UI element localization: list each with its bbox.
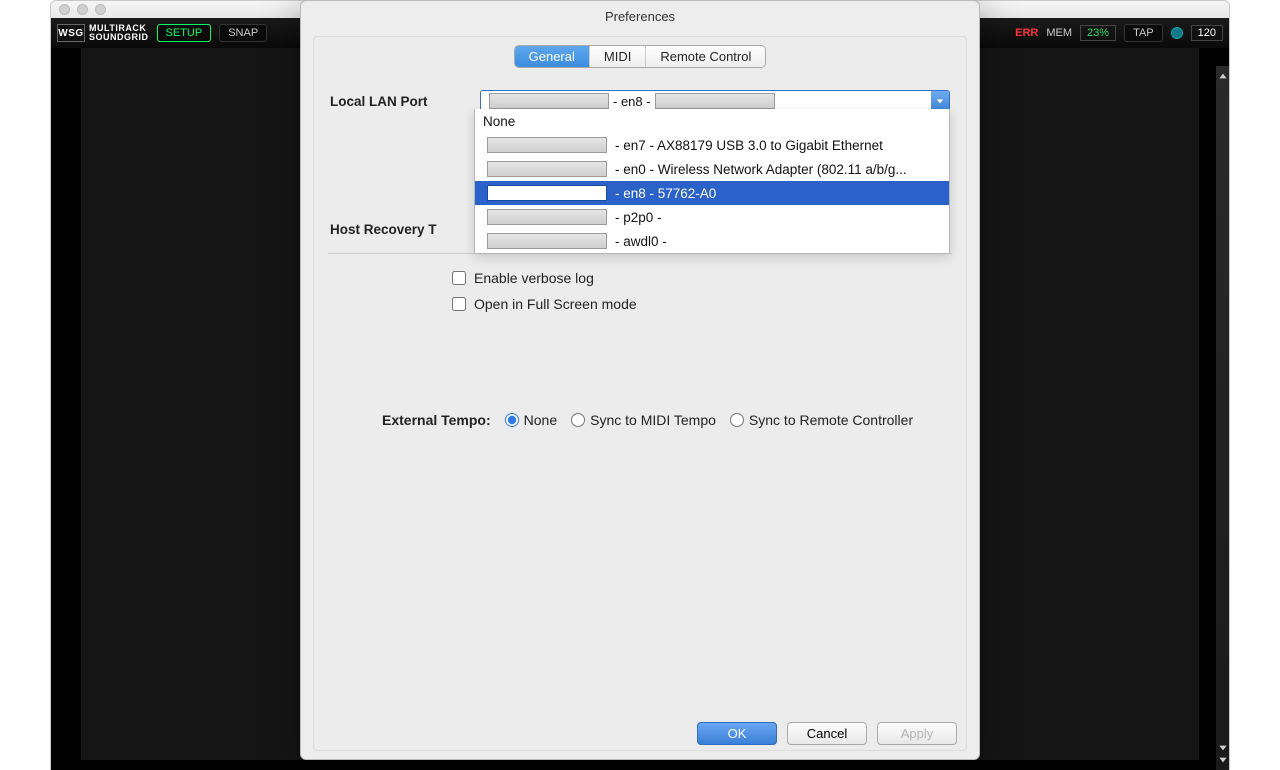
tempo-led-icon [1171,27,1183,39]
lan-option-awdl0[interactable]: - awdl0 - [475,229,949,253]
mac-mask-icon [487,161,607,177]
fullscreen-label: Open in Full Screen mode [474,296,637,312]
lan-selected-text: - en8 - [613,94,651,109]
verbose-log-row: Enable verbose log [452,270,958,286]
tempo-radio-midi[interactable] [571,413,585,427]
dialog-title: Preferences [301,1,979,30]
tempo-option-remote[interactable]: Sync to Remote Controller [730,412,913,428]
mac-mask-icon [487,233,607,249]
traffic-lights [59,4,106,15]
err-indicator: ERR [1015,27,1038,39]
lan-port-label: Local LAN Port [330,94,470,109]
scroll-up-icon[interactable] [1217,70,1229,82]
tempo-option-none[interactable]: None [505,412,557,428]
external-tempo-label: External Tempo: [382,412,491,428]
verbose-log-checkbox[interactable] [452,271,466,285]
app-logo: WSG MULTIRACK SOUNDGRID [57,24,149,42]
close-icon[interactable] [59,4,70,15]
tab-remote-control[interactable]: Remote Control [646,46,765,67]
preferences-dialog: Preferences General MIDI Remote Control … [300,0,980,760]
chevron-down-icon[interactable] [931,91,949,111]
sg-logo-icon: WSG [57,24,85,42]
lan-option-none[interactable]: None [475,109,949,133]
external-tempo-row: External Tempo: None Sync to MIDI Tempo … [382,412,958,428]
cancel-button[interactable]: Cancel [787,722,867,745]
lan-option-en0[interactable]: - en0 - Wireless Network Adapter (802.11… [475,157,949,181]
tempo-radio-remote[interactable] [730,413,744,427]
mac-mask-icon [489,93,609,109]
verbose-log-label: Enable verbose log [474,270,594,286]
zoom-icon[interactable] [95,4,106,15]
tab-general[interactable]: General [515,46,590,67]
apply-button[interactable]: Apply [877,722,957,745]
tap-button[interactable]: TAP [1124,24,1163,42]
dialog-button-bar: OK Cancel Apply [697,722,957,745]
tempo-radio-none[interactable] [505,413,519,427]
lan-option-en7[interactable]: - en7 - AX88179 USB 3.0 to Gigabit Ether… [475,133,949,157]
mac-mask-icon [487,209,607,225]
setup-button[interactable]: SETUP [157,24,212,42]
lan-option-en8[interactable]: - en8 - 57762-A0 [475,181,949,205]
dialog-content: General MIDI Remote Control Local LAN Po… [313,36,967,751]
tab-bar: General MIDI Remote Control [322,45,958,68]
right-scrollbar[interactable] [1215,66,1229,770]
scroll-down2-icon[interactable] [1217,754,1229,766]
lan-port-dropdown[interactable]: None - en7 - AX88179 USB 3.0 to Gigabit … [474,109,950,254]
tempo-option-midi[interactable]: Sync to MIDI Tempo [571,412,716,428]
logo-line2: SOUNDGRID [89,33,149,42]
minimize-icon[interactable] [77,4,88,15]
lan-option-p2p0[interactable]: - p2p0 - [475,205,949,229]
snap-button[interactable]: SNAP [219,24,267,42]
recovery-label: Host Recovery T [330,222,437,237]
mac-mask-icon [655,93,775,109]
scroll-down-icon[interactable] [1217,742,1229,754]
mem-label: MEM [1046,27,1072,39]
mem-value: 23% [1080,25,1116,41]
tab-midi[interactable]: MIDI [590,46,646,67]
fullscreen-row: Open in Full Screen mode [452,296,958,312]
fullscreen-checkbox[interactable] [452,297,466,311]
mac-mask-icon [487,137,607,153]
bpm-value[interactable]: 120 [1191,25,1223,41]
ok-button[interactable]: OK [697,722,777,745]
mac-mask-icon [487,185,607,201]
